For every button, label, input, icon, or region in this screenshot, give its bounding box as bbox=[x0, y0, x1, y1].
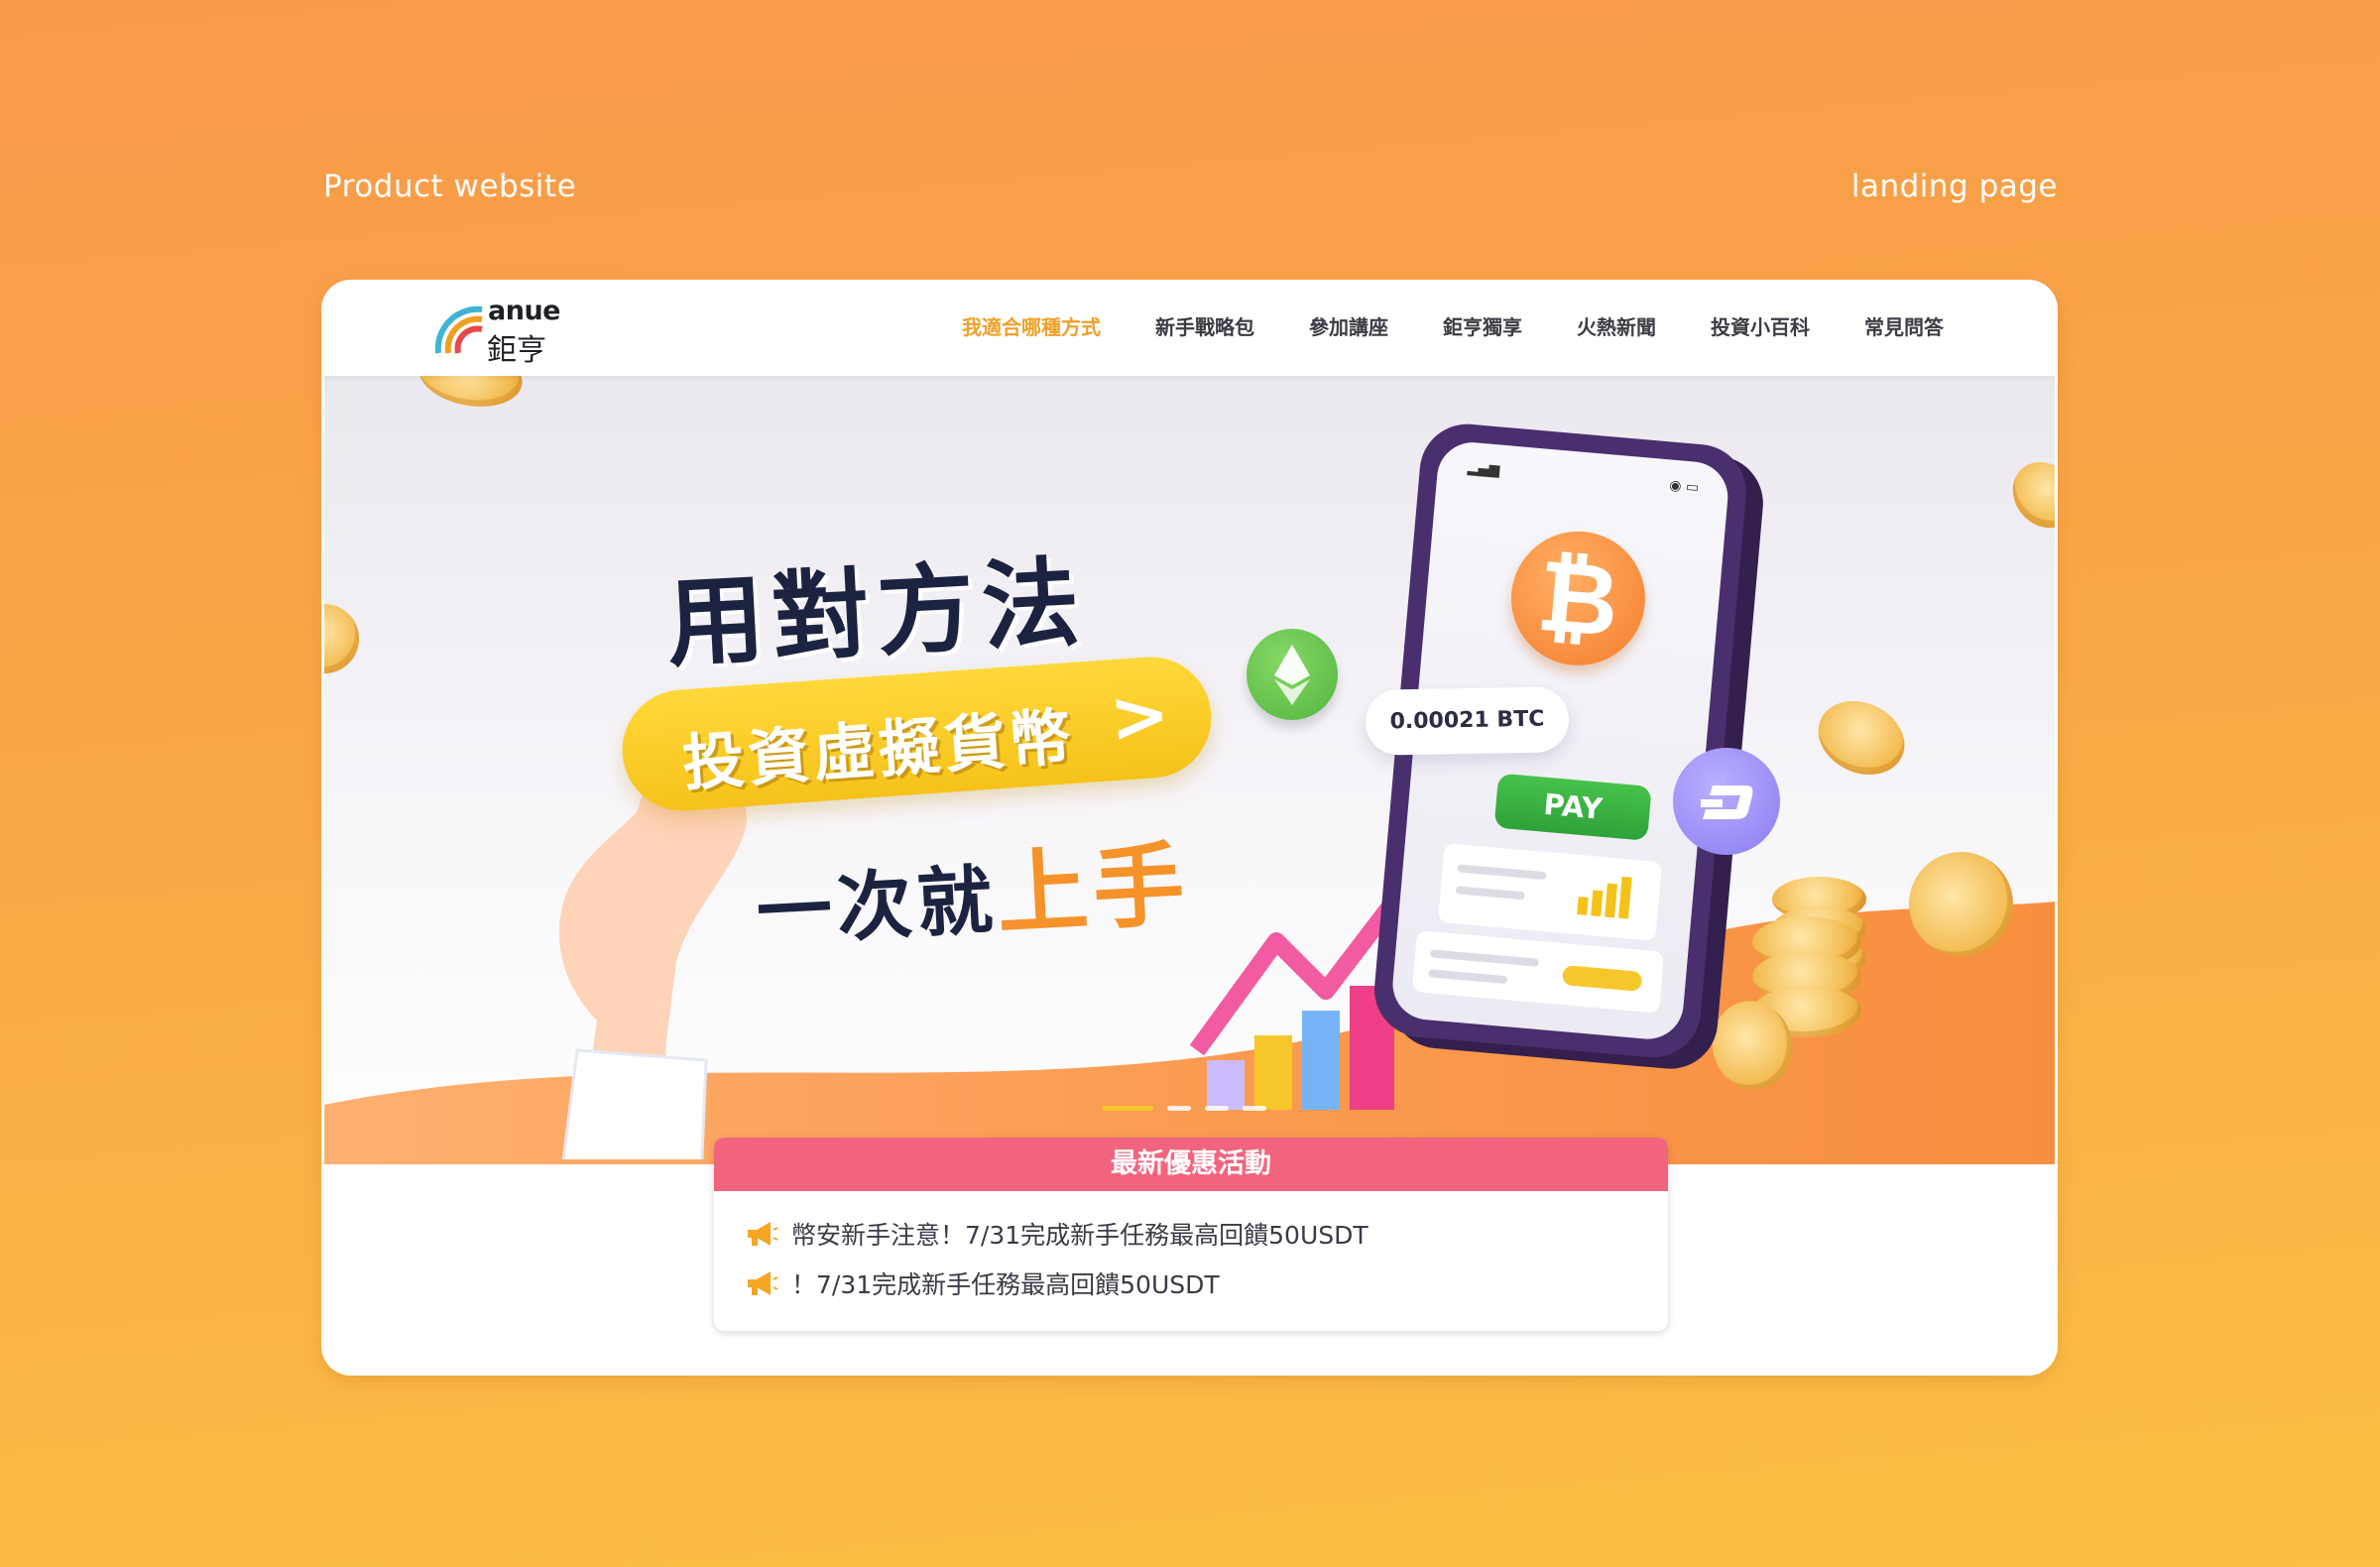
promotion-item[interactable]: 幣安新手注意！7/31完成新手任務最高回饋50USDT bbox=[744, 1209, 1668, 1259]
caption-landing-page: landing page bbox=[1850, 169, 2058, 204]
logo-text-zh: 鉅亨 bbox=[487, 333, 546, 368]
battery-icon: ◉ ▭ bbox=[1668, 477, 1700, 497]
latest-promotions-panel: 最新優惠活動 幣安新手注意！7/31完成新手任務最高回饋50USDT ！7/31… bbox=[714, 1138, 1668, 1331]
rainbow-logo-icon bbox=[434, 305, 483, 354]
promotion-text: 幣安新手注意！7/31完成新手任務最高回饋50USDT bbox=[791, 1221, 1368, 1250]
promotion-text: ！7/31完成新手任務最高回饋50USDT bbox=[791, 1270, 1220, 1299]
promotions-title: 最新優惠活動 bbox=[714, 1138, 1668, 1191]
balance-card bbox=[1411, 930, 1665, 1014]
ethereum-icon bbox=[1247, 629, 1338, 720]
signal-icon: ▂▄▆ bbox=[1467, 459, 1500, 479]
hero-banner[interactable]: 用對方法 投資虛擬貨幣 > 一次就上手 ▂▄▆ ◉ ▭ ₿ PAY 0.0002… bbox=[324, 376, 2055, 1164]
nav-faq[interactable]: 常見問答 bbox=[1864, 311, 1944, 340]
nav-anue-exclusive[interactable]: 鉅亨獨享 bbox=[1443, 311, 1522, 340]
status-pill bbox=[1561, 965, 1643, 992]
placeholder-line bbox=[1455, 886, 1525, 901]
nav-hot-news[interactable]: 火熱新聞 bbox=[1577, 311, 1656, 340]
headline-master: 上手 bbox=[994, 831, 1192, 948]
chart-card bbox=[1437, 843, 1663, 941]
megaphone-icon bbox=[748, 1222, 778, 1246]
promotion-item[interactable]: ！7/31完成新手任務最高回饋50USDT bbox=[744, 1259, 1668, 1308]
carousel-dot-2[interactable] bbox=[1167, 1106, 1191, 1111]
pill-label: 投資虛擬貨幣 bbox=[679, 699, 1078, 800]
gold-coin-icon bbox=[324, 604, 359, 673]
gold-coin-icon bbox=[1999, 448, 2055, 542]
gold-coin-icon bbox=[414, 376, 528, 415]
carousel-indicators bbox=[1102, 1106, 1266, 1111]
logo-text-en: anue bbox=[488, 296, 560, 326]
headline-use-right-method: 用對方法 bbox=[663, 545, 1091, 682]
carousel-dot-1[interactable] bbox=[1102, 1106, 1153, 1111]
btc-amount-badge: 0.00021 BTC bbox=[1365, 686, 1570, 756]
website-frame: anue 鉅亨 我適合哪種方式 新手戰略包 參加講座 鉅亨獨享 火熱新聞 投資小… bbox=[321, 280, 2058, 1376]
carousel-dot-3[interactable] bbox=[1205, 1106, 1229, 1111]
megaphone-icon bbox=[748, 1271, 778, 1295]
site-header: anue 鉅亨 我適合哪種方式 新手戰略包 參加講座 鉅亨獨享 火熱新聞 投資小… bbox=[321, 280, 2058, 376]
placeholder-line bbox=[1457, 864, 1547, 881]
headline-get-started: 一次就上手 bbox=[753, 811, 1192, 966]
promotions-list: 幣安新手注意！7/31完成新手任務最高回饋50USDT ！7/31完成新手任務最… bbox=[714, 1191, 1668, 1308]
nav-investment-wiki[interactable]: 投資小百科 bbox=[1711, 311, 1810, 340]
dash-coin-icon bbox=[1673, 748, 1780, 855]
bar-chart-icon bbox=[1577, 873, 1635, 919]
gold-coin-icon bbox=[1806, 687, 1917, 788]
chevron-right-icon: > bbox=[1107, 671, 1173, 760]
pay-button[interactable]: PAY bbox=[1493, 773, 1652, 841]
nav-starter-pack[interactable]: 新手戰略包 bbox=[1155, 311, 1254, 340]
carousel-dot-4[interactable] bbox=[1243, 1106, 1266, 1111]
nav-which-method[interactable]: 我適合哪種方式 bbox=[962, 311, 1101, 340]
nav-seminars[interactable]: 參加講座 bbox=[1309, 311, 1388, 340]
anue-logo[interactable]: anue 鉅亨 bbox=[432, 294, 571, 368]
bitcoin-icon: ₿ bbox=[1505, 526, 1651, 671]
headline-one-time: 一次就 bbox=[754, 855, 1000, 957]
main-nav: 我適合哪種方式 新手戰略包 參加講座 鉅亨獨享 火熱新聞 投資小百科 常見問答 bbox=[907, 311, 1944, 340]
caption-product-website: Product website bbox=[323, 169, 577, 204]
placeholder-line bbox=[1428, 969, 1508, 985]
placeholder-line bbox=[1429, 949, 1540, 967]
